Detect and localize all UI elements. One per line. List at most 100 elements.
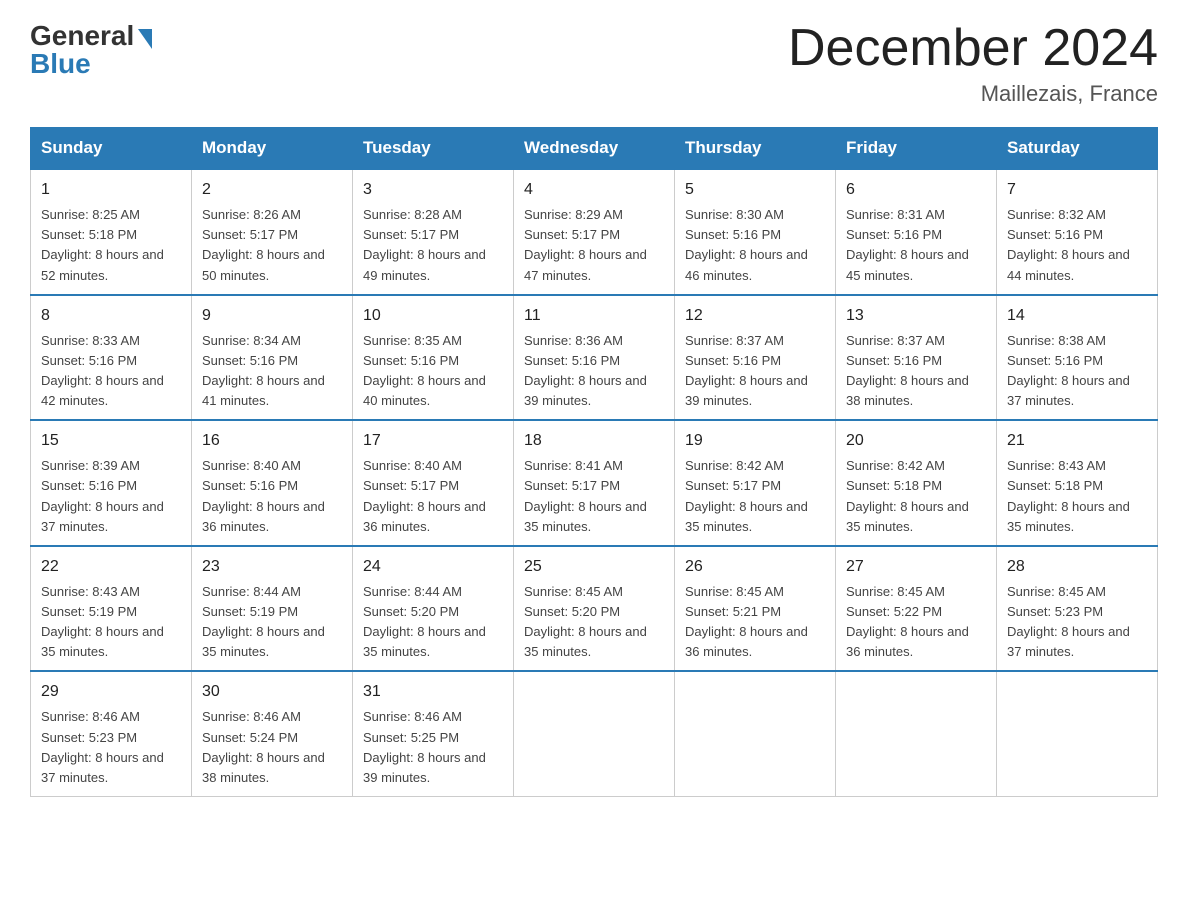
day-info-block: Sunrise: 8:45 AMSunset: 5:21 PMDaylight:… <box>685 582 825 663</box>
day-info-block: Sunrise: 8:28 AMSunset: 5:17 PMDaylight:… <box>363 205 503 286</box>
day-info-block: Sunrise: 8:40 AMSunset: 5:16 PMDaylight:… <box>202 456 342 537</box>
calendar-day-cell <box>675 671 836 796</box>
day-info-block: Sunrise: 8:34 AMSunset: 5:16 PMDaylight:… <box>202 331 342 412</box>
calendar-day-cell: 13 Sunrise: 8:37 AMSunset: 5:16 PMDayligh… <box>836 295 997 421</box>
calendar-day-cell: 30 Sunrise: 8:46 AMSunset: 5:24 PMDayligh… <box>192 671 353 796</box>
day-info-block: Sunrise: 8:46 AMSunset: 5:23 PMDaylight:… <box>41 707 181 788</box>
day-number: 11 <box>524 304 664 328</box>
calendar-header: Sunday Monday Tuesday Wednesday Thursday… <box>31 128 1158 170</box>
calendar-week-row: 1 Sunrise: 8:25 AMSunset: 5:18 PMDaylight… <box>31 169 1158 295</box>
day-info-block: Sunrise: 8:46 AMSunset: 5:25 PMDaylight:… <box>363 707 503 788</box>
day-number: 28 <box>1007 555 1147 579</box>
calendar-day-cell: 18Sunrise: 8:41 AMSunset: 5:17 PMDayligh… <box>514 420 675 546</box>
calendar-table: Sunday Monday Tuesday Wednesday Thursday… <box>30 127 1158 797</box>
day-header-row: Sunday Monday Tuesday Wednesday Thursday… <box>31 128 1158 170</box>
calendar-day-cell: 19 Sunrise: 8:42 AMSunset: 5:17 PMDayligh… <box>675 420 836 546</box>
logo: General Blue <box>30 20 152 80</box>
calendar-day-cell: 17 Sunrise: 8:40 AMSunset: 5:17 PMDayligh… <box>353 420 514 546</box>
day-info-block: Sunrise: 8:38 AMSunset: 5:16 PMDaylight:… <box>1007 331 1147 412</box>
day-number: 9 <box>202 304 342 328</box>
calendar-day-cell: 10 Sunrise: 8:35 AMSunset: 5:16 PMDayligh… <box>353 295 514 421</box>
day-number: 27 <box>846 555 986 579</box>
calendar-week-row: 22Sunrise: 8:43 AMSunset: 5:19 PMDayligh… <box>31 546 1158 672</box>
header-friday: Friday <box>836 128 997 170</box>
day-number: 30 <box>202 680 342 704</box>
day-number: 15 <box>41 429 181 453</box>
logo-arrow-icon <box>138 29 152 49</box>
month-title: December 2024 <box>788 20 1158 77</box>
calendar-day-cell: 5Sunrise: 8:30 AMSunset: 5:16 PMDaylight… <box>675 169 836 295</box>
day-info-block: Sunrise: 8:44 AMSunset: 5:20 PMDaylight:… <box>363 582 503 663</box>
day-number: 31 <box>363 680 503 704</box>
day-number: 17 <box>363 429 503 453</box>
day-number: 19 <box>685 429 825 453</box>
day-info-block: Sunrise: 8:45 AMSunset: 5:22 PMDaylight:… <box>846 582 986 663</box>
header-sunday: Sunday <box>31 128 192 170</box>
calendar-day-cell <box>514 671 675 796</box>
header-thursday: Thursday <box>675 128 836 170</box>
calendar-day-cell: 16 Sunrise: 8:40 AMSunset: 5:16 PMDayligh… <box>192 420 353 546</box>
day-info-block: Sunrise: 8:44 AMSunset: 5:19 PMDaylight:… <box>202 582 342 663</box>
calendar-day-cell: 6 Sunrise: 8:31 AMSunset: 5:16 PMDaylight… <box>836 169 997 295</box>
day-info-block: Sunrise: 8:37 AMSunset: 5:16 PMDaylight:… <box>846 331 986 412</box>
calendar-day-cell: 2 Sunrise: 8:26 AMSunset: 5:17 PMDaylight… <box>192 169 353 295</box>
calendar-day-cell: 29 Sunrise: 8:46 AMSunset: 5:23 PMDayligh… <box>31 671 192 796</box>
day-info-block: Sunrise: 8:41 AMSunset: 5:17 PMDaylight:… <box>524 456 664 537</box>
day-number: 20 <box>846 429 986 453</box>
day-number: 1 <box>41 178 181 202</box>
day-info-block: Sunrise: 8:45 AMSunset: 5:20 PMDaylight:… <box>524 582 664 663</box>
header-wednesday: Wednesday <box>514 128 675 170</box>
calendar-week-row: 29 Sunrise: 8:46 AMSunset: 5:23 PMDayligh… <box>31 671 1158 796</box>
day-number: 21 <box>1007 429 1147 453</box>
calendar-day-cell: 20 Sunrise: 8:42 AMSunset: 5:18 PMDayligh… <box>836 420 997 546</box>
header-monday: Monday <box>192 128 353 170</box>
day-number: 22 <box>41 555 181 579</box>
day-info-block: Sunrise: 8:33 AMSunset: 5:16 PMDaylight:… <box>41 331 181 412</box>
day-info-block: Sunrise: 8:40 AMSunset: 5:17 PMDaylight:… <box>363 456 503 537</box>
day-info-block: Sunrise: 8:25 AMSunset: 5:18 PMDaylight:… <box>41 205 181 286</box>
calendar-body: 1 Sunrise: 8:25 AMSunset: 5:18 PMDaylight… <box>31 169 1158 796</box>
day-info-block: Sunrise: 8:42 AMSunset: 5:18 PMDaylight:… <box>846 456 986 537</box>
day-info-block: Sunrise: 8:42 AMSunset: 5:17 PMDaylight:… <box>685 456 825 537</box>
day-info-block: Sunrise: 8:35 AMSunset: 5:16 PMDaylight:… <box>363 331 503 412</box>
day-info-block: Sunrise: 8:29 AMSunset: 5:17 PMDaylight:… <box>524 205 664 286</box>
day-number: 16 <box>202 429 342 453</box>
day-info-block: Sunrise: 8:43 AMSunset: 5:18 PMDaylight:… <box>1007 456 1147 537</box>
day-info-block: Sunrise: 8:45 AMSunset: 5:23 PMDaylight:… <box>1007 582 1147 663</box>
header-saturday: Saturday <box>997 128 1158 170</box>
day-number: 23 <box>202 555 342 579</box>
calendar-day-cell: 15Sunrise: 8:39 AMSunset: 5:16 PMDayligh… <box>31 420 192 546</box>
day-number: 25 <box>524 555 664 579</box>
day-number: 29 <box>41 680 181 704</box>
day-info-block: Sunrise: 8:31 AMSunset: 5:16 PMDaylight:… <box>846 205 986 286</box>
title-section: December 2024 Maillezais, France <box>788 20 1158 107</box>
header-tuesday: Tuesday <box>353 128 514 170</box>
calendar-day-cell: 14Sunrise: 8:38 AMSunset: 5:16 PMDayligh… <box>997 295 1158 421</box>
calendar-day-cell: 23 Sunrise: 8:44 AMSunset: 5:19 PMDayligh… <box>192 546 353 672</box>
calendar-week-row: 8 Sunrise: 8:33 AMSunset: 5:16 PMDaylight… <box>31 295 1158 421</box>
calendar-week-row: 15Sunrise: 8:39 AMSunset: 5:16 PMDayligh… <box>31 420 1158 546</box>
calendar-day-cell: 25 Sunrise: 8:45 AMSunset: 5:20 PMDayligh… <box>514 546 675 672</box>
calendar-day-cell: 7Sunrise: 8:32 AMSunset: 5:16 PMDaylight… <box>997 169 1158 295</box>
calendar-day-cell: 24Sunrise: 8:44 AMSunset: 5:20 PMDayligh… <box>353 546 514 672</box>
calendar-day-cell: 9 Sunrise: 8:34 AMSunset: 5:16 PMDaylight… <box>192 295 353 421</box>
day-number: 4 <box>524 178 664 202</box>
day-number: 6 <box>846 178 986 202</box>
day-number: 12 <box>685 304 825 328</box>
day-info-block: Sunrise: 8:30 AMSunset: 5:16 PMDaylight:… <box>685 205 825 286</box>
day-info-block: Sunrise: 8:26 AMSunset: 5:17 PMDaylight:… <box>202 205 342 286</box>
calendar-day-cell: 22Sunrise: 8:43 AMSunset: 5:19 PMDayligh… <box>31 546 192 672</box>
calendar-day-cell <box>836 671 997 796</box>
day-info-block: Sunrise: 8:36 AMSunset: 5:16 PMDaylight:… <box>524 331 664 412</box>
day-number: 3 <box>363 178 503 202</box>
calendar-day-cell: 3 Sunrise: 8:28 AMSunset: 5:17 PMDaylight… <box>353 169 514 295</box>
day-number: 8 <box>41 304 181 328</box>
day-number: 2 <box>202 178 342 202</box>
calendar-day-cell: 26Sunrise: 8:45 AMSunset: 5:21 PMDayligh… <box>675 546 836 672</box>
calendar-day-cell: 12 Sunrise: 8:37 AMSunset: 5:16 PMDayligh… <box>675 295 836 421</box>
day-info-block: Sunrise: 8:46 AMSunset: 5:24 PMDaylight:… <box>202 707 342 788</box>
calendar-day-cell <box>997 671 1158 796</box>
day-number: 13 <box>846 304 986 328</box>
day-number: 10 <box>363 304 503 328</box>
day-info-block: Sunrise: 8:37 AMSunset: 5:16 PMDaylight:… <box>685 331 825 412</box>
